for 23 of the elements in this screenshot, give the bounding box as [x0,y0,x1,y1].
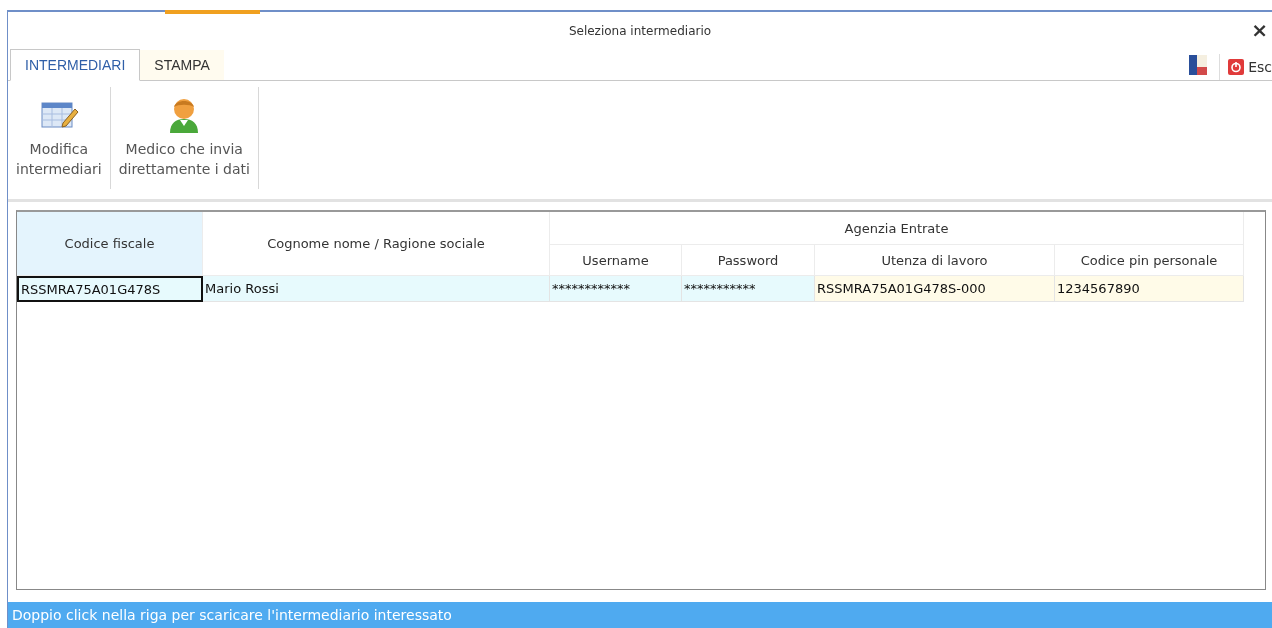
column-header[interactable]: Utenza di lavoro [815,245,1055,276]
column-header[interactable]: Codice pin personale [1055,245,1244,276]
ribbon-button[interactable]: Modifica intermediari [8,87,111,189]
table-cell[interactable]: Mario Rossi [203,276,550,302]
column-header[interactable]: Codice fiscale [17,212,203,276]
power-icon [1228,59,1245,75]
table-cell[interactable]: RSSMRA75A01G478S [17,276,203,302]
tab[interactable]: INTERMEDIARI [10,49,141,81]
ribbon-button[interactable]: Medico che invia direttamente i dati [110,87,259,189]
column-header[interactable]: Cognome nome / Ragione sociale [203,212,550,276]
exit-button[interactable]: Esc [1219,54,1272,80]
status-bar: Doppio click nella riga per scaricare l'intermediario interessato [8,602,1272,628]
tab[interactable]: STAMPA [140,50,224,80]
column-header[interactable]: Password [682,245,815,276]
close-button[interactable]: × [1249,18,1270,42]
table-cell[interactable]: *********** [682,276,815,302]
table-cell[interactable]: RSSMRA75A01G478S-000 [815,276,1055,302]
flag-icon [1187,54,1210,76]
window-title: Seleziona intermediario [568,24,712,38]
table-cell[interactable]: ************ [550,276,682,302]
column-header[interactable]: Username [550,245,682,276]
table-cell[interactable]: 1234567890 [1055,276,1244,302]
column-group-header: Agenzia Entrate [550,212,1244,245]
